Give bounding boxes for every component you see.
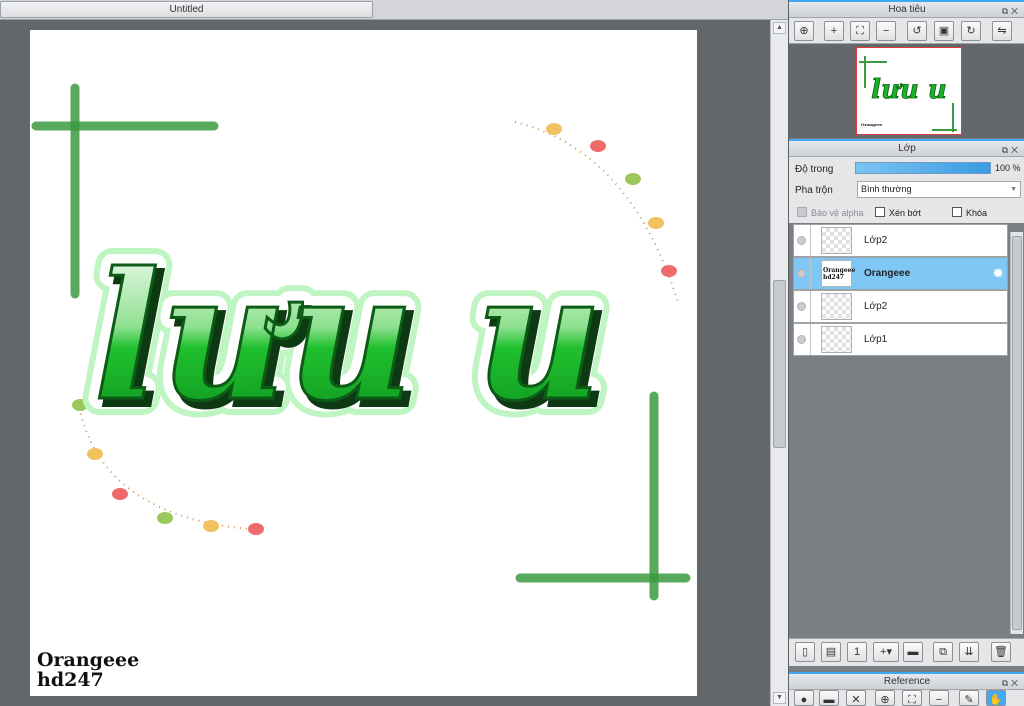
layer-row[interactable]: Lớp2 (793, 224, 1008, 257)
navigator-thumbnail-art: lưu u Orangeee (859, 56, 957, 132)
layer-row[interactable]: Lớp1 (793, 323, 1008, 356)
reference-title: Reference (883, 676, 931, 687)
rotate-right-icon[interactable]: ↻ (961, 21, 981, 41)
new-1bit-layer-icon[interactable]: 1 (847, 642, 867, 662)
navigator-thumbnail[interactable]: lưu u Orangeee (856, 47, 962, 135)
layer-panel-header[interactable]: Lớp ⧉✕ (789, 139, 1024, 157)
reference-folder-icon[interactable]: ▬ (819, 690, 839, 706)
navigator-preview-area[interactable]: lưu u Orangeee (789, 44, 1024, 138)
layer-properties: Độ trong 100 % Pha trộn Bình thường ▼ Bả… (789, 157, 1024, 223)
flip-icon[interactable]: ⇋ (992, 21, 1012, 41)
layer-name: Lớp2 (864, 301, 888, 312)
svg-text:Orangeee: Orangeee (861, 122, 883, 127)
chevron-down-icon: ▼ (1010, 186, 1017, 193)
zoom-in-icon[interactable]: + (824, 21, 844, 41)
undock-icon[interactable]: ⧉ (1002, 145, 1011, 155)
reference-panel-header[interactable]: Reference ⧉✕ (789, 672, 1024, 690)
layer-thumbnail (821, 293, 852, 320)
blend-mode-select[interactable]: Bình thường ▼ (857, 181, 1021, 198)
svg-text:lưu u: lưu u (871, 75, 947, 105)
document-tab-bar: Untitled (0, 0, 788, 20)
navigator-title: Hoa tiêu (888, 4, 926, 15)
scroll-thumb[interactable] (773, 280, 786, 448)
right-panels: Hoa tiêu ⧉✕ ⊕ + ⛶ − ↺ ▣ ↻ ⇋ lưu u Orange… (788, 0, 1024, 706)
zoom-fit-icon[interactable]: ⊕ (794, 21, 814, 41)
layer-list-scroll-thumb[interactable] (1012, 236, 1022, 630)
layer-list-scrollbar[interactable] (1010, 232, 1023, 634)
canvas-vertical-scrollbar[interactable]: ▲ ▼ (770, 20, 788, 706)
visibility-icon[interactable] (797, 269, 806, 278)
gear-icon[interactable]: ✹ (992, 266, 1004, 280)
undock-icon[interactable]: ⧉ (1002, 678, 1011, 688)
watermark: Orangeee hd247 (37, 650, 139, 690)
merge-down-icon[interactable]: ⇊ (959, 642, 979, 662)
artwork: lưu u lưu u lưu u lưu u (31, 83, 691, 601)
visibility-icon[interactable] (797, 335, 806, 344)
clipping-checkbox[interactable]: Xén bớt (875, 207, 921, 218)
reference-open-icon[interactable]: ● (794, 690, 814, 706)
reference-zoom-icon[interactable]: ⊕ (875, 690, 895, 706)
layer-row[interactable]: Lớp2 (793, 290, 1008, 323)
reference-close-icon[interactable]: ✕ (846, 690, 866, 706)
undock-icon[interactable]: ⧉ (1002, 6, 1011, 16)
watermark-line1: Orangeee (37, 649, 140, 671)
layer-name: Orangeee (864, 268, 911, 279)
close-icon[interactable]: ✕ (1011, 145, 1021, 155)
layer-list: Lớp2 Orangeee hd247 Orangeee ✹ Lớp2 Lớp1 (793, 224, 1008, 636)
lock-label: Khóa (966, 208, 988, 218)
layer-thumbnail (821, 227, 852, 254)
delete-layer-icon[interactable]: 🗑 (991, 642, 1011, 662)
protect-alpha-checkbox[interactable]: Bảo vệ alpha (797, 207, 864, 218)
new-folder-icon[interactable]: ▬ (903, 642, 923, 662)
layer-name: Lớp1 (864, 334, 888, 345)
reference-toolbar: ● ▬ ✕ ⊕ ⛶ − ✎ ✋ (789, 690, 1024, 706)
visibility-icon[interactable] (797, 236, 806, 245)
opacity-slider[interactable] (855, 162, 991, 174)
new-layer-from-file-icon[interactable]: ▤ (821, 642, 841, 662)
blend-label: Pha trộn (795, 185, 833, 196)
reference-eyedropper-icon[interactable]: ✎ (959, 690, 979, 706)
fit-screen-icon[interactable]: ⛶ (850, 21, 870, 41)
lock-checkbox[interactable]: Khóa (952, 207, 987, 218)
canvas-workspace[interactable]: lưu u lưu u lưu u lưu u Orangeee hd247 (0, 20, 770, 706)
layer-panel-title: Lớp (898, 143, 916, 154)
layer-name: Lớp2 (864, 235, 888, 246)
layer-toolbar: ▯ ▤ 1 +▾ ▬ ⧉ ⇊ 🗑 (789, 638, 1024, 666)
artwork-text: lưu u (93, 235, 602, 440)
drawing-canvas[interactable]: lưu u lưu u lưu u lưu u Orangeee hd247 (30, 30, 697, 696)
close-icon[interactable]: ✕ (1011, 678, 1021, 688)
blend-mode-value: Bình thường (861, 184, 912, 194)
opacity-value: 100 % (995, 163, 1021, 173)
layer-row-selected[interactable]: Orangeee hd247 Orangeee ✹ (793, 257, 1008, 290)
add-layer-menu-icon[interactable]: +▾ (873, 642, 899, 662)
rotate-left-icon[interactable]: ↺ (907, 21, 927, 41)
reference-fit-icon[interactable]: ⛶ (902, 690, 922, 706)
new-layer-icon[interactable]: ▯ (795, 642, 815, 662)
opacity-label: Độ trong (795, 164, 834, 175)
protect-alpha-label: Bảo vệ alpha (811, 208, 864, 218)
close-icon[interactable]: ✕ (1011, 6, 1021, 16)
reference-hand-icon[interactable]: ✋ (986, 690, 1006, 706)
duplicate-layer-icon[interactable]: ⧉ (933, 642, 953, 662)
visibility-icon[interactable] (797, 302, 806, 311)
scroll-up-icon[interactable]: ▲ (773, 22, 786, 34)
layer-thumbnail (821, 326, 852, 353)
clipping-label: Xén bớt (889, 208, 921, 218)
actual-size-icon[interactable]: ▣ (934, 21, 954, 41)
layer-thumbnail: Orangeee hd247 (821, 260, 855, 287)
document-tab-untitled[interactable]: Untitled (0, 1, 373, 18)
navigator-toolbar: ⊕ + ⛶ − ↺ ▣ ↻ ⇋ (789, 18, 1024, 44)
reference-zoom-out-icon[interactable]: − (929, 690, 949, 706)
scroll-down-icon[interactable]: ▼ (773, 692, 786, 704)
navigator-panel-header[interactable]: Hoa tiêu ⧉✕ (789, 0, 1024, 18)
watermark-line2: hd247 (37, 669, 104, 691)
zoom-out-icon[interactable]: − (876, 21, 896, 41)
